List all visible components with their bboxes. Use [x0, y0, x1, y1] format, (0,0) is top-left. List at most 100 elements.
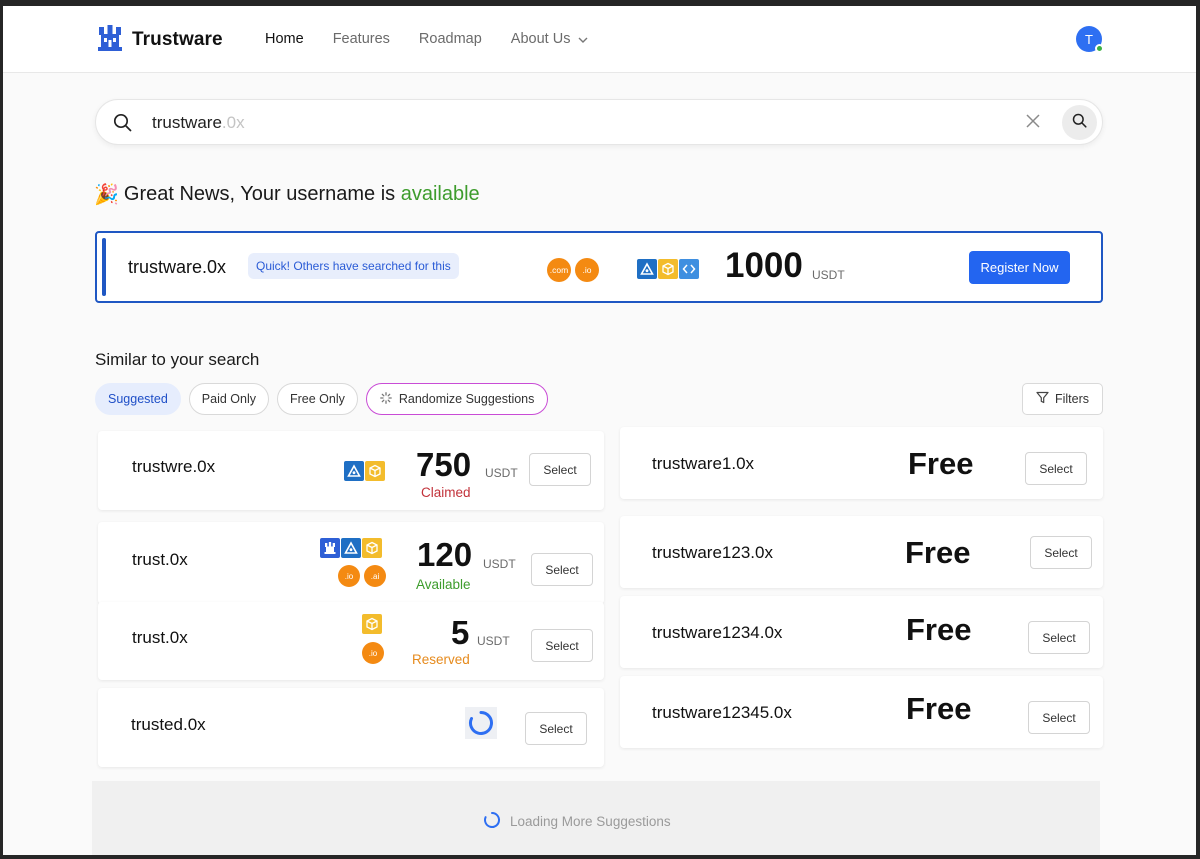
select-button[interactable]: Select	[1030, 536, 1092, 569]
suggestion-username: trusted.0x	[131, 715, 206, 734]
select-button[interactable]: Select	[1028, 621, 1090, 654]
suggestion-price: 120	[417, 536, 473, 573]
nav-about-label: About Us	[510, 31, 571, 47]
clear-search-close-icon[interactable]	[1026, 114, 1040, 133]
suggestion-card: trustwre.0x 750 USDT Claimed Select	[98, 431, 604, 510]
suggestion-username: trustware123.0x	[652, 543, 773, 562]
suggestion-price-unit: USDT	[477, 634, 510, 648]
result-chain-icons	[637, 259, 699, 279]
result-price: 1000	[725, 246, 803, 285]
main-nav: Home Features Roadmap About Us	[265, 31, 588, 47]
search-input[interactable]: trustware.0x	[152, 113, 245, 133]
gold-box-chain-icon	[365, 461, 385, 481]
nav-home-label: Home	[265, 31, 304, 47]
popularity-hint-badge: Quick! Others have searched for this	[248, 253, 459, 279]
app-window: Trustware Home Features Roadmap About Us…	[3, 6, 1196, 855]
suggestion-username: trustware1234.0x	[652, 623, 783, 642]
tld-io-badge: .io	[362, 642, 384, 664]
randomize-label: Randomize Suggestions	[398, 392, 535, 406]
result-tld-badges: .com .io	[547, 258, 599, 282]
free-price-label: Free	[906, 612, 972, 647]
avatar-initial: T	[1085, 31, 1093, 47]
tld-com-badge: .com	[547, 258, 571, 282]
suggestion-chain-icons	[362, 614, 382, 634]
online-status-dot	[1095, 44, 1104, 53]
nav-roadmap-label: Roadmap	[418, 31, 482, 47]
search-typed-text: trustware	[152, 113, 222, 132]
select-button[interactable]: Select	[1025, 452, 1087, 485]
suggestion-price: 5	[451, 614, 470, 651]
loading-more-panel: Loading More Suggestions	[92, 781, 1100, 855]
search-suffix-text: .0x	[221, 113, 245, 132]
gold-box-chain-icon	[658, 259, 678, 279]
blue-triangle-chain-icon	[344, 461, 364, 481]
funnel-filter-icon	[1036, 391, 1049, 407]
brand-name: Trustware	[132, 28, 223, 50]
select-button[interactable]: Select	[531, 553, 593, 586]
suggestion-card: trusted.0x Select	[98, 688, 604, 767]
blue-triangle-chain-icon	[637, 259, 657, 279]
nav-roadmap[interactable]: Roadmap	[419, 31, 482, 47]
user-avatar[interactable]: T	[1076, 26, 1104, 53]
filter-free-only[interactable]: Free Only	[276, 383, 358, 415]
top-navbar: Trustware Home Features Roadmap About Us…	[3, 6, 1196, 73]
suggestion-price-unit: USDT	[483, 557, 516, 571]
result-accent-bar	[102, 238, 106, 296]
select-button[interactable]: Select	[1028, 701, 1090, 734]
suggestion-username: trust.0x	[132, 550, 188, 569]
suggestion-chain-icons	[320, 538, 382, 558]
suggestion-card: trust.0x .io .ai 120 USDT Available Sele…	[98, 522, 604, 604]
tld-ai-badge: .ai	[364, 565, 386, 587]
free-price-label: Free	[905, 535, 971, 570]
result-price-unit: USDT	[812, 268, 845, 282]
search-result-card: trustware.0x Quick! Others have searched…	[95, 231, 1103, 303]
search-icon	[113, 113, 132, 137]
filters-button[interactable]: Filters	[1022, 383, 1103, 415]
select-button[interactable]: Select	[525, 712, 587, 745]
filter-paid-only[interactable]: Paid Only	[188, 383, 269, 415]
availability-headline: 🎉 Great News, Your username is available	[94, 182, 480, 207]
suggestion-card: trustware1.0x Free Select	[620, 427, 1103, 499]
register-now-button[interactable]: Register Now	[969, 251, 1070, 284]
loading-more-indicator: Loading More Suggestions	[483, 811, 671, 832]
gold-box-chain-icon	[362, 614, 382, 634]
brand-logo[interactable]: Trustware	[95, 23, 223, 56]
suggestion-filter-tabs: Suggested Paid Only Free Only Randomize …	[95, 383, 549, 415]
select-button[interactable]: Select	[529, 453, 591, 486]
search-submit-button[interactable]	[1062, 105, 1097, 140]
nav-home[interactable]: Home	[265, 31, 304, 47]
status-reserved: Reserved	[412, 652, 470, 667]
search-icon	[1072, 113, 1087, 133]
code-brackets-chain-icon	[679, 259, 699, 279]
blue-triangle-chain-icon	[341, 538, 361, 558]
suggestion-username: trustware12345.0x	[652, 703, 792, 722]
suggestion-price: 750	[416, 446, 472, 483]
filters-label: Filters	[1054, 392, 1090, 406]
loading-spinner-icon	[465, 707, 497, 739]
free-price-label: Free	[906, 691, 972, 726]
tld-io-badge: .io	[338, 565, 360, 587]
suggestion-tld-badges: .io .ai	[338, 565, 386, 587]
suggestion-card: trustware1234.0x Free Select	[620, 596, 1103, 668]
free-price-label: Free	[908, 446, 974, 481]
nav-about-us[interactable]: About Us	[511, 31, 589, 47]
headline-text: Great News, Your username is	[123, 183, 401, 205]
select-button[interactable]: Select	[531, 629, 593, 662]
loading-more-text: Loading More Suggestions	[510, 814, 671, 829]
result-username: trustware.0x	[128, 257, 227, 277]
suggestion-card: trustware123.0x Free Select	[620, 516, 1103, 588]
tld-io-badge: .io	[575, 258, 599, 282]
search-bar: trustware.0x	[95, 99, 1103, 145]
suggestion-price-unit: USDT	[485, 466, 518, 480]
suggestion-username: trust.0x	[132, 628, 188, 647]
suggestion-card: trustware12345.0x Free Select	[620, 676, 1103, 748]
castle-logo-icon	[95, 23, 125, 56]
randomize-suggestions-button[interactable]: Randomize Suggestions	[365, 383, 549, 415]
status-available: Available	[416, 577, 471, 592]
suggestion-chain-icons	[344, 461, 385, 481]
gold-box-chain-icon	[362, 538, 382, 558]
nav-features[interactable]: Features	[333, 31, 390, 47]
filter-suggested[interactable]: Suggested	[95, 383, 181, 415]
loading-spinner-icon	[483, 811, 501, 832]
headline-status: available	[400, 183, 480, 205]
